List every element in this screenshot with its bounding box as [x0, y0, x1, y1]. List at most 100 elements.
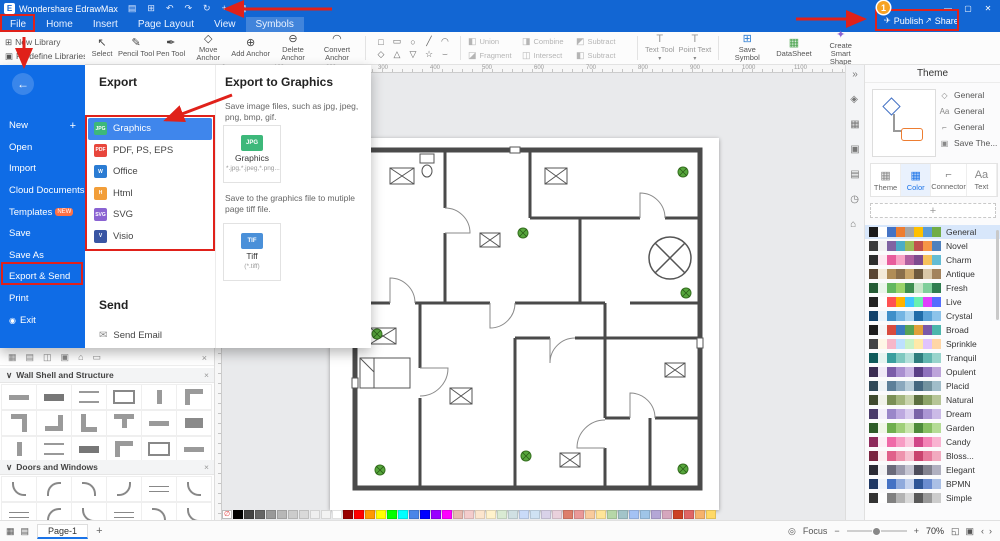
color-palette-row[interactable]: Garden [865, 421, 1000, 435]
theme-style-row[interactable]: ⌐ General [939, 121, 999, 133]
no-fill-swatch[interactable]: ∅ [222, 510, 232, 519]
focus-label[interactable]: Focus [803, 526, 828, 536]
shape-thumbnail[interactable] [176, 384, 212, 410]
library-tab-icon[interactable]: ▣ [61, 352, 70, 363]
color-swatch[interactable] [321, 510, 331, 519]
color-palette-row[interactable]: Natural [865, 393, 1000, 407]
shape-thumbnail[interactable] [176, 502, 212, 520]
file-menu-item[interactable]: Open [0, 137, 85, 159]
color-palette-row[interactable]: Sprinkle [865, 337, 1000, 351]
color-swatch[interactable] [310, 510, 320, 519]
shape-thumbnail[interactable] [176, 436, 212, 462]
theme-tab[interactable]: Aa Text [967, 164, 997, 196]
menu-tab[interactable]: Insert [83, 17, 128, 32]
zoom-slider[interactable] [846, 527, 907, 536]
library-tab-icon[interactable]: ▤ [26, 352, 35, 363]
shape-thumbnail[interactable] [1, 476, 37, 502]
page-tab[interactable]: Page-1 [37, 523, 89, 539]
color-swatch[interactable] [552, 510, 562, 519]
color-swatch[interactable] [343, 510, 353, 519]
panel-toggle-icon[interactable]: ◈ [850, 94, 859, 105]
color-palette-row[interactable]: Crystal [865, 309, 1000, 323]
new-library-button[interactable]: ⊞ New Library [5, 35, 85, 49]
quick-access-icon[interactable]: ▤ [128, 3, 137, 14]
color-swatch[interactable] [420, 510, 430, 519]
export-option[interactable]: V Visio [88, 226, 212, 248]
library-tab-icon[interactable]: ◫ [43, 352, 52, 363]
shape-tool-button[interactable]: ○ [405, 35, 421, 48]
color-palette-row[interactable]: Novel [865, 239, 1000, 253]
panel-toggle-icon[interactable]: ⌂ [850, 219, 859, 230]
file-menu-item[interactable]: Print [0, 288, 85, 310]
shape-thumbnail[interactable] [141, 384, 177, 410]
color-palette-row[interactable]: Dream [865, 407, 1000, 421]
fit-view-icon[interactable]: ◱ [951, 526, 960, 537]
quick-access-icon[interactable]: ⊞ [147, 3, 155, 14]
tiff-format-card[interactable]: TIF Tiff (*.tiff) [223, 223, 281, 281]
zoom-slider-knob[interactable] [871, 527, 881, 536]
theme-style-row[interactable]: ▣ Save The... [939, 137, 999, 149]
color-swatch[interactable] [706, 510, 716, 519]
page-nav-icon[interactable]: › [989, 526, 992, 536]
shape-thumbnail[interactable] [36, 502, 72, 520]
color-palette-row[interactable]: Bloss... [865, 449, 1000, 463]
shape-thumbnail[interactable] [106, 384, 142, 410]
color-swatch[interactable] [629, 510, 639, 519]
toolbar-tool-button[interactable]: ↖ Select [88, 34, 116, 63]
toolbar-tool-button[interactable]: ⊕ Add Anchor [231, 34, 270, 63]
color-swatch[interactable] [332, 510, 342, 519]
library-section-header[interactable]: ∨ Wall Shell and Structure × [0, 368, 214, 383]
color-swatch[interactable] [508, 510, 518, 519]
statusbar-view-icon[interactable]: ▤ [21, 526, 30, 537]
shape-thumbnail[interactable] [71, 476, 107, 502]
color-swatch[interactable] [673, 510, 683, 519]
quick-access-icon[interactable]: ▦ [238, 3, 247, 14]
color-swatch[interactable] [431, 510, 441, 519]
color-swatch[interactable] [244, 510, 254, 519]
library-close-icon[interactable]: × [202, 353, 214, 363]
color-palette-row[interactable]: Tranquil [865, 351, 1000, 365]
color-palette-row[interactable]: Opulent [865, 365, 1000, 379]
color-palette-row[interactable]: BPMN [865, 477, 1000, 491]
shape-tool-button[interactable]: □ [373, 35, 389, 48]
library-tab-icon[interactable]: ▭ [93, 352, 102, 363]
theme-style-row[interactable]: Aa General [939, 105, 999, 117]
shape-thumbnail[interactable] [106, 502, 142, 520]
add-color-scheme-button[interactable]: + [870, 203, 996, 218]
color-swatch[interactable] [398, 510, 408, 519]
window-control-button[interactable]: — [940, 4, 956, 13]
menu-tab[interactable]: Page Layout [128, 17, 204, 32]
section-close-icon[interactable]: × [204, 370, 209, 380]
file-menu-item[interactable]: Import [0, 158, 85, 180]
color-swatch[interactable] [684, 510, 694, 519]
toolbar-tool-button[interactable]: ◇ Move Anchor [187, 33, 229, 63]
color-swatch[interactable] [277, 510, 287, 519]
panel-toggle-icon[interactable]: ▣ [850, 144, 859, 155]
color-swatch[interactable] [453, 510, 463, 519]
shape-thumbnail[interactable] [106, 410, 142, 436]
symbol-tool-button[interactable]: ▦ DataSheet [776, 30, 811, 67]
export-option[interactable]: JPG Graphics [88, 118, 212, 140]
theme-preview-card[interactable] [872, 89, 936, 157]
graphics-format-card[interactable]: JPG Graphics *.jpg,*.jpeg,*.png... [223, 125, 281, 183]
file-menu-item[interactable]: ◉ Exit [0, 309, 85, 331]
shape-tool-button[interactable]: △ [389, 48, 405, 61]
zoom-out-button[interactable]: − [834, 526, 839, 536]
color-palette-row[interactable]: Simple [865, 491, 1000, 505]
quick-access-icon[interactable]: ↶ [166, 3, 174, 14]
shape-thumbnail[interactable] [1, 384, 37, 410]
shape-thumbnail[interactable] [106, 436, 142, 462]
color-swatch[interactable] [442, 510, 452, 519]
color-swatch[interactable] [662, 510, 672, 519]
shape-thumbnail[interactable] [141, 502, 177, 520]
color-swatch[interactable] [563, 510, 573, 519]
shape-tool-button[interactable]: ▭ [389, 35, 405, 48]
color-swatch[interactable] [266, 510, 276, 519]
export-option[interactable]: PDF PDF, PS, EPS [88, 140, 212, 162]
back-button[interactable]: ← [12, 73, 34, 95]
theme-tab[interactable]: ▦ Color [901, 164, 932, 196]
color-swatch[interactable] [497, 510, 507, 519]
text-tool-button[interactable]: T Text Tool ▾ [645, 33, 674, 62]
shape-thumbnail[interactable] [1, 502, 37, 520]
color-palette-row[interactable]: Antique [865, 267, 1000, 281]
